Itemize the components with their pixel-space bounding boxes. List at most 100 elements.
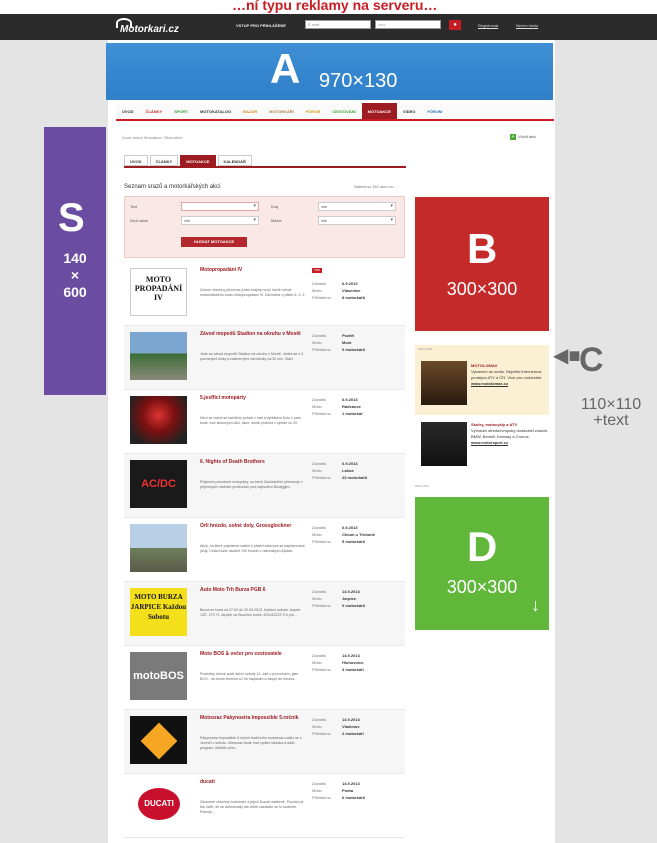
ad-slot-c-2[interactable]: Skútry, motocykly a ATV Výhradní středoe… xyxy=(415,418,549,470)
event-row[interactable]: MOTO PROPADÁNÍ IV Motopropadání IV Zveme… xyxy=(124,262,405,326)
sub-tabs: ÚVOD ČLÁNKY MOTOAKCE KALENDÁŘ xyxy=(124,155,406,168)
nav-bazar[interactable]: BAZAR xyxy=(237,103,263,119)
ad-slot-c-1[interactable]: REKLAMA MOTOLOMAX Vybavení do sedla. Nej… xyxy=(415,345,549,415)
nav-forum[interactable]: FÓRUM xyxy=(421,103,448,119)
login-button[interactable]: ● xyxy=(449,20,461,30)
ad-slot-s[interactable]: S 140 × 600 xyxy=(44,127,106,395)
event-title[interactable]: Orli hnízdo, solné doly, Grossglockner xyxy=(200,523,306,530)
filter-text-label: Text xyxy=(130,204,138,209)
start-label: Začátek xyxy=(312,589,327,594)
subtab-clanky[interactable]: ČLÁNKY xyxy=(149,155,179,166)
place-label: Místo xyxy=(312,468,322,473)
ad-s-times: × xyxy=(70,267,80,283)
subtab-uvod[interactable]: ÚVOD xyxy=(124,155,148,166)
ad-slot-a[interactable]: A 970×130 xyxy=(106,43,553,100)
nav-clanky[interactable]: ČLÁNKY xyxy=(140,103,169,119)
ad-slot-b[interactable]: B 300×300 xyxy=(415,197,549,331)
forgot-password-link[interactable]: Nevím heslo xyxy=(516,23,538,28)
place-label: Místo xyxy=(312,724,322,729)
event-thumb[interactable] xyxy=(130,396,187,444)
event-meta: Začátek Pozítří Místo Most Přihlášeno 0 motor… xyxy=(312,332,365,353)
nav-cestovani[interactable]: CESTOVÁNÍ xyxy=(326,103,361,119)
search-events-button[interactable]: HLEDAT MOTOAKCE xyxy=(181,237,247,247)
logo[interactable]: Motorkari.cz xyxy=(116,18,179,35)
event-title[interactable]: Auto Moto Trh Burza PGB 6 xyxy=(200,587,306,594)
event-desc: Zveme všechny příznivce jízdní krajiny n… xyxy=(200,288,306,297)
event-signed: 0 motorkářů xyxy=(342,347,366,352)
event-date: 14.9.2013 xyxy=(342,653,360,658)
nav-video[interactable]: VIDEO xyxy=(397,103,421,119)
ad-c-url-2[interactable]: www.motorsport.cz xyxy=(471,440,549,446)
event-title[interactable]: Motosraz Pakynostra Impossible 5.ročník xyxy=(200,715,306,722)
event-row[interactable]: MOTO BURZA JARPICE Každou Sobotu Auto Mo… xyxy=(124,582,405,646)
event-place: Radvance xyxy=(342,404,361,409)
add-event-link[interactable]: + Vložit akci xyxy=(510,134,536,140)
event-thumb[interactable]: MOTO PROPADÁNÍ IV xyxy=(130,268,187,316)
password-field[interactable]: ••••• xyxy=(375,20,441,29)
arrow-down-icon: ↓ xyxy=(531,595,540,615)
nav-motokatalog[interactable]: MOTOKATALOG xyxy=(194,103,237,119)
event-title[interactable]: ducati xyxy=(200,779,306,786)
nav-motorkari[interactable]: MOTORKÁŘI xyxy=(263,103,300,119)
add-event-label: Vložit akci xyxy=(518,134,537,139)
nav-forum-yellow[interactable]: FÓRUM xyxy=(300,103,327,119)
start-label: Začátek xyxy=(312,717,327,722)
main-nav: ÚVOD ČLÁNKY SPORT MOTOKATALOG BAZAR MOTO… xyxy=(116,103,554,121)
event-row[interactable]: 5.jesfficí motopárty Není se nutná se ka… xyxy=(124,390,405,454)
nav-sport[interactable]: SPORT xyxy=(168,103,194,119)
nav-uvod[interactable]: ÚVOD xyxy=(116,103,140,119)
place-label: Místo xyxy=(312,404,322,409)
filter-month-label: Měsíc xyxy=(271,218,282,223)
event-thumb[interactable] xyxy=(130,524,187,572)
ad-c-thumb-1[interactable] xyxy=(421,361,467,405)
start-label: Začátek xyxy=(312,653,327,658)
ad-slot-d[interactable]: D 300×300 ↓ xyxy=(415,497,549,630)
event-thumb[interactable] xyxy=(130,332,187,380)
event-row[interactable]: DUCATI ducati Zdravíme všechny motorkáře… xyxy=(124,774,405,838)
filter-type-label: Druh akce xyxy=(130,218,149,223)
nav-motoakce[interactable]: MOTOAKCE xyxy=(361,103,397,119)
subtab-kalendar[interactable]: KALENDÁŘ xyxy=(217,155,252,166)
event-signed: 1 motorkář xyxy=(342,411,363,416)
filter-region-select[interactable]: vše xyxy=(318,202,396,211)
filter-text-input[interactable] xyxy=(181,202,259,211)
ad-c-thumb-2[interactable] xyxy=(421,422,467,466)
event-desc: Příjemné pohodové motopárty, na které Za… xyxy=(200,480,303,489)
register-link[interactable]: Registrovat xyxy=(478,23,498,28)
subtab-motoakce[interactable]: MOTOAKCE xyxy=(180,155,216,166)
event-thumb[interactable]: DUCATI xyxy=(130,780,187,828)
event-row[interactable]: Závod mopedů Stadion na okruhu v Mostě J… xyxy=(124,326,405,390)
event-title[interactable]: 5.jesfficí motopárty xyxy=(200,395,306,402)
event-desc: Není se nutná se každého pořadí v trati … xyxy=(200,416,302,425)
event-row[interactable]: AC/DC 6. Nights of Death Brothers Příjem… xyxy=(124,454,405,518)
event-row[interactable]: Motosraz Pakynostra Impossible 5.ročník … xyxy=(124,710,405,774)
event-thumb[interactable]: motoBOS xyxy=(130,652,187,700)
event-date: Pozítří xyxy=(342,333,355,338)
email-field[interactable]: E-mail xyxy=(305,20,371,29)
event-title[interactable]: Závod mopedů Stadion na okruhu v Mostě xyxy=(200,331,306,338)
event-title[interactable]: Moto BOS & večer pro cestovatele xyxy=(200,651,306,658)
event-title[interactable]: Motopropadání IV xyxy=(200,267,306,274)
ad-d-letter: D xyxy=(467,523,498,570)
ad-s-height: 600 xyxy=(63,284,87,300)
breadcrumb[interactable]: Úvod sekce Motoakce / Motoakce xyxy=(122,135,182,140)
event-desc: Pakynostra Impossible 5.ročník tradičníh… xyxy=(200,736,302,750)
event-row[interactable]: motoBOS Moto BOS & večer pro cestovatele… xyxy=(124,646,405,710)
signed-label: Přihlášeno xyxy=(312,539,331,544)
filter-month-select[interactable]: vše xyxy=(318,216,396,225)
event-date: 6.9.2013 xyxy=(342,461,358,466)
event-meta: Začátek 14.9.2013 Místo Hlohovnice Přihlášen… xyxy=(312,652,364,673)
event-title[interactable]: 6. Nights of Death Brothers xyxy=(200,459,306,466)
filter-type-select[interactable]: vše xyxy=(181,216,259,225)
event-place: Vlašimov xyxy=(342,724,360,729)
event-thumb[interactable] xyxy=(130,716,187,764)
ad-c-url-1[interactable]: www.motolomax.cz xyxy=(471,381,549,387)
event-desc: Akcji, na které pojedeme našim s přáteli… xyxy=(200,544,305,553)
event-date: 6.9.2013 xyxy=(342,397,358,402)
event-thumb[interactable]: MOTO BURZA JARPICE Každou Sobotu xyxy=(130,588,187,636)
event-thumb[interactable]: AC/DC xyxy=(130,460,187,508)
event-date: 6.9.2013 xyxy=(342,281,358,286)
event-row[interactable]: Orli hnízdo, solné doly, Grossglockner A… xyxy=(124,518,405,582)
ad-c-text-2: Skútry, motocykly a ATV Výhradní středoe… xyxy=(471,422,549,464)
start-label: Začátek xyxy=(312,525,327,530)
